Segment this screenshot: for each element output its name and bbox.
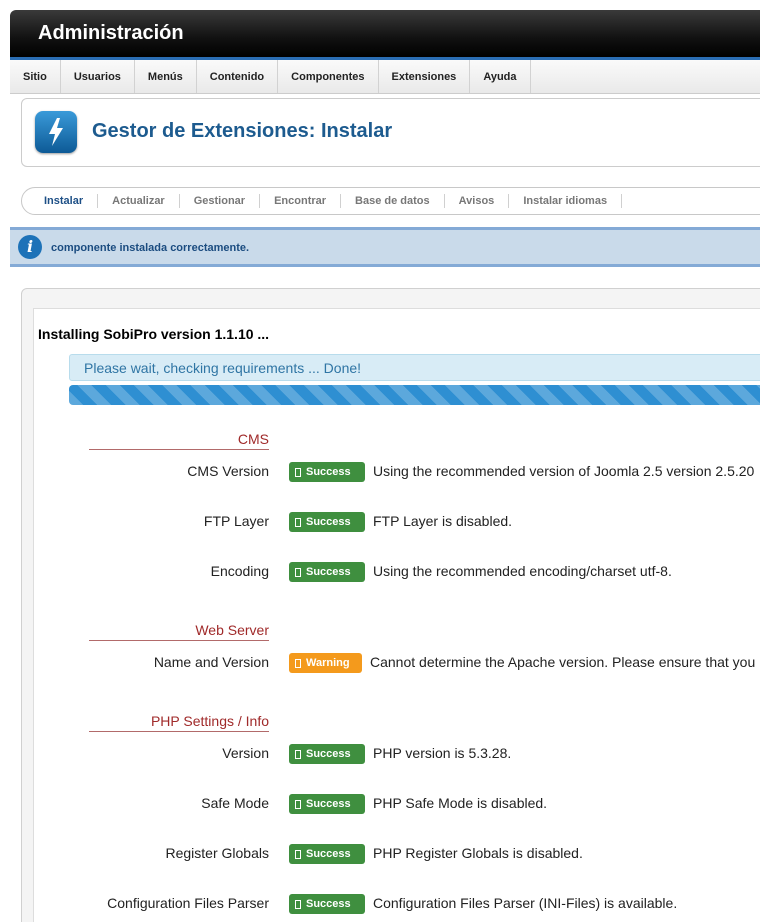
menu-item-usuarios[interactable]: Usuarios — [61, 60, 135, 93]
extension-submenu: Instalar Actualizar Gestionar Encontrar … — [21, 187, 760, 215]
content-panel — [21, 288, 760, 922]
check-icon — [295, 517, 301, 527]
tab-base-de-datos[interactable]: Base de datos — [341, 194, 445, 208]
status-badge: Success — [289, 512, 365, 532]
row-label-php-version: Version — [222, 745, 269, 761]
main-menu: Sitio Usuarios Menús Contenido Component… — [10, 57, 760, 94]
status-badge: Success — [289, 462, 365, 482]
check-icon — [295, 899, 301, 909]
row-message-safe-mode: PHP Safe Mode is disabled. — [373, 795, 548, 811]
system-message: i componente instalada correctamente. — [10, 227, 760, 267]
tab-avisos[interactable]: Avisos — [445, 194, 510, 208]
row-message-config-parser: Configuration Files Parser (INI-Files) i… — [373, 895, 678, 911]
requirements-status-text: Please wait, checking requirements ... D… — [84, 360, 362, 376]
tab-encontrar[interactable]: Encontrar — [260, 194, 342, 208]
row-label-encoding: Encoding — [210, 563, 269, 579]
tab-instalar[interactable]: Instalar — [30, 194, 99, 208]
status-badge: Success — [289, 794, 365, 814]
check-icon — [295, 849, 301, 859]
row-message-encoding: Using the recommended encoding/charset u… — [373, 563, 672, 579]
page-header: Gestor de Extensiones: Instalar — [21, 98, 760, 167]
row-label-register-globals: Register Globals — [165, 845, 270, 861]
install-title: Installing SobiPro version 1.1.10 ... — [38, 326, 270, 342]
check-icon — [295, 749, 301, 759]
check-icon — [295, 467, 301, 477]
app-title: Administración — [38, 22, 184, 44]
status-badge: Success — [289, 562, 365, 582]
row-label-ftp: FTP Layer — [203, 513, 269, 529]
tab-instalar-idiomas[interactable]: Instalar idiomas — [509, 194, 623, 208]
row-message-cms-version: Using the recommended version of Joomla … — [373, 463, 755, 479]
warning-badge: Warning — [289, 653, 362, 673]
status-badge: Success — [289, 894, 365, 914]
tab-actualizar[interactable]: Actualizar — [98, 194, 180, 208]
requirements-status: Please wait, checking requirements ... D… — [69, 354, 760, 381]
lightning-icon — [35, 111, 77, 153]
menu-item-sitio[interactable]: Sitio — [10, 60, 61, 93]
status-badge: Success — [289, 844, 365, 864]
menu-item-ayuda[interactable]: Ayuda — [470, 60, 531, 93]
row-label-cms-version: CMS Version — [187, 463, 269, 479]
tab-gestionar[interactable]: Gestionar — [180, 194, 261, 208]
row-message-name-version: Cannot determine the Apache version. Ple… — [370, 654, 756, 670]
menu-item-contenido[interactable]: Contenido — [197, 60, 279, 93]
page-title: Gestor de Extensiones: Instalar — [92, 120, 393, 142]
menu-item-menus[interactable]: Menús — [135, 60, 197, 93]
row-label-safe-mode: Safe Mode — [201, 795, 269, 811]
info-icon: i — [18, 235, 42, 259]
admin-header: Administración — [10, 10, 760, 57]
row-message-ftp: FTP Layer is disabled. — [373, 513, 513, 529]
section-php: PHP Settings / Info — [89, 713, 269, 732]
row-message-php-version: PHP version is 5.3.28. — [373, 745, 512, 761]
row-label-config-parser: Configuration Files Parser — [107, 895, 269, 911]
progress-bar — [69, 385, 760, 405]
check-icon — [295, 567, 301, 577]
message-text: componente instalada correctamente. — [51, 242, 250, 254]
row-message-register-globals: PHP Register Globals is disabled. — [373, 845, 583, 861]
check-icon — [295, 799, 301, 809]
menu-item-extensiones[interactable]: Extensiones — [379, 60, 471, 93]
warning-icon — [295, 658, 301, 668]
section-cms: CMS — [89, 431, 269, 450]
row-label-name-version: Name and Version — [153, 654, 269, 670]
section-web-server: Web Server — [89, 622, 269, 641]
status-badge: Success — [289, 744, 365, 764]
menu-item-componentes[interactable]: Componentes — [278, 60, 379, 93]
